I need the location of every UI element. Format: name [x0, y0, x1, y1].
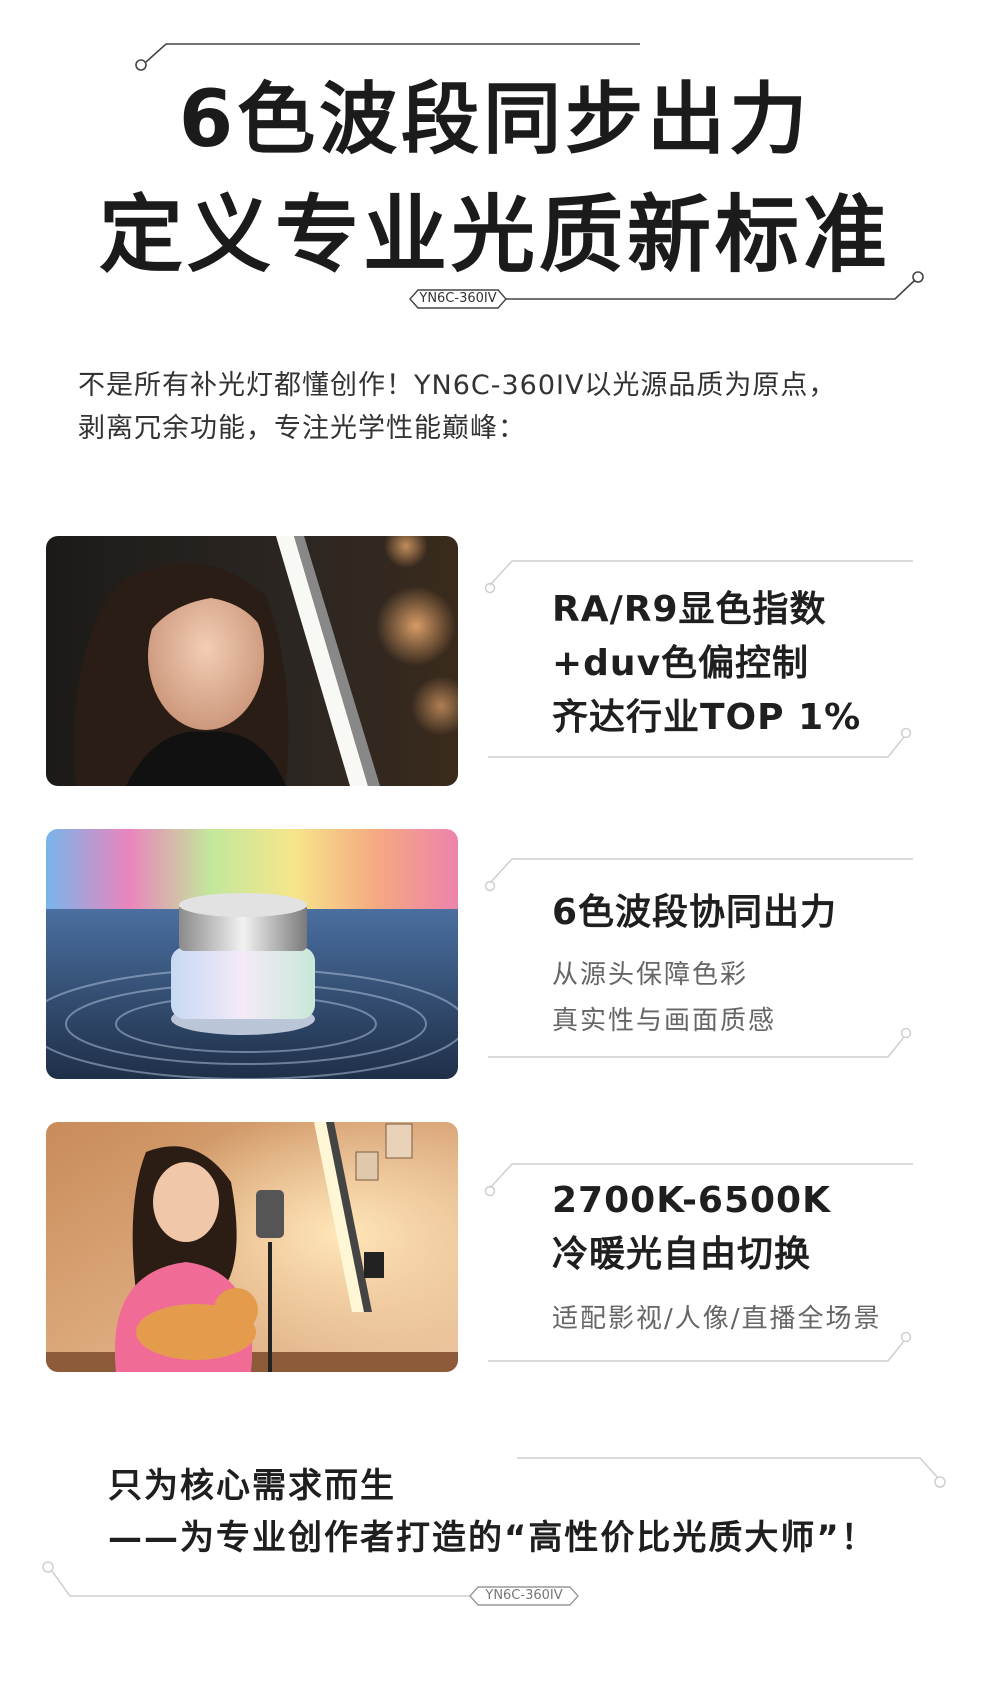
- feature-1-line-2: +duv色偏控制: [552, 643, 810, 684]
- feature-3-line-2: 冷暖光自由切换: [552, 1234, 812, 1275]
- feature-3-text: 2700K-6500K 冷暖光自由切换: [552, 1174, 831, 1282]
- feature-2-sub-line-2: 真实性与画面质感: [552, 1006, 777, 1036]
- model-tag-bottom: YN6C-360IV: [485, 1588, 563, 1603]
- portrait-photo: [46, 536, 458, 786]
- intro-text: 不是所有补光灯都懂创作！YN6C-360IV以光源品质为原点， 剥离冗余功能，专…: [78, 364, 928, 450]
- feature-2-sub: 从源头保障色彩 真实性与画面质感: [552, 952, 776, 1044]
- jar-photo: [46, 829, 458, 1079]
- intro-line-2: 剥离冗余功能，专注光学性能巅峰：: [78, 413, 526, 444]
- model-tag-top: YN6C-360IV: [419, 291, 497, 306]
- feature-1-line-1: RA/R9显色指数: [552, 589, 827, 630]
- feature-1-line-3: 齐达行业TOP 1%: [552, 697, 862, 738]
- closing-line-2: ——为专业创作者打造的“高性价比光质大师”！: [108, 1518, 877, 1558]
- closing-line-1: 只为核心需求而生: [108, 1466, 396, 1506]
- feature-2-sub-line-1: 从源头保障色彩: [552, 960, 749, 990]
- feature-2-title: 6色波段协同出力: [552, 892, 838, 933]
- feature-3-line-1: 2700K-6500K: [552, 1180, 831, 1221]
- headline-line-1: 6色波段同步出力: [178, 75, 812, 165]
- streamer-photo: [46, 1122, 458, 1372]
- feature-1-text: RA/R9显色指数 +duv色偏控制 齐达行业TOP 1%: [552, 583, 861, 745]
- intro-line-1: 不是所有补光灯都懂创作！YN6C-360IV以光源品质为原点，: [78, 370, 837, 401]
- headline-line-2: 定义专业光质新标准: [98, 186, 891, 284]
- feature-3-sub: 适配影视/人像/直播全场景: [552, 1304, 882, 1334]
